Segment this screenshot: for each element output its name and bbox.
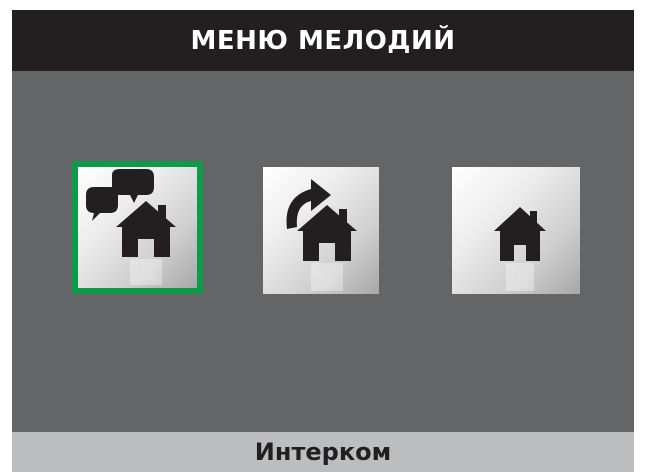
call-forward-house-icon bbox=[286, 179, 357, 291]
intercom-tile[interactable] bbox=[72, 161, 203, 294]
house-icon bbox=[494, 207, 546, 291]
selected-item-label: Интерком bbox=[12, 432, 634, 472]
call-forward-tile[interactable] bbox=[263, 167, 379, 294]
house-tile[interactable] bbox=[452, 167, 580, 294]
ringtone-menu-screen: МЕНЮ МЕЛОДИЙ Интерком bbox=[12, 10, 634, 472]
page-title: МЕНЮ МЕЛОДИЙ bbox=[12, 10, 634, 71]
intercom-house-icon bbox=[86, 169, 176, 285]
